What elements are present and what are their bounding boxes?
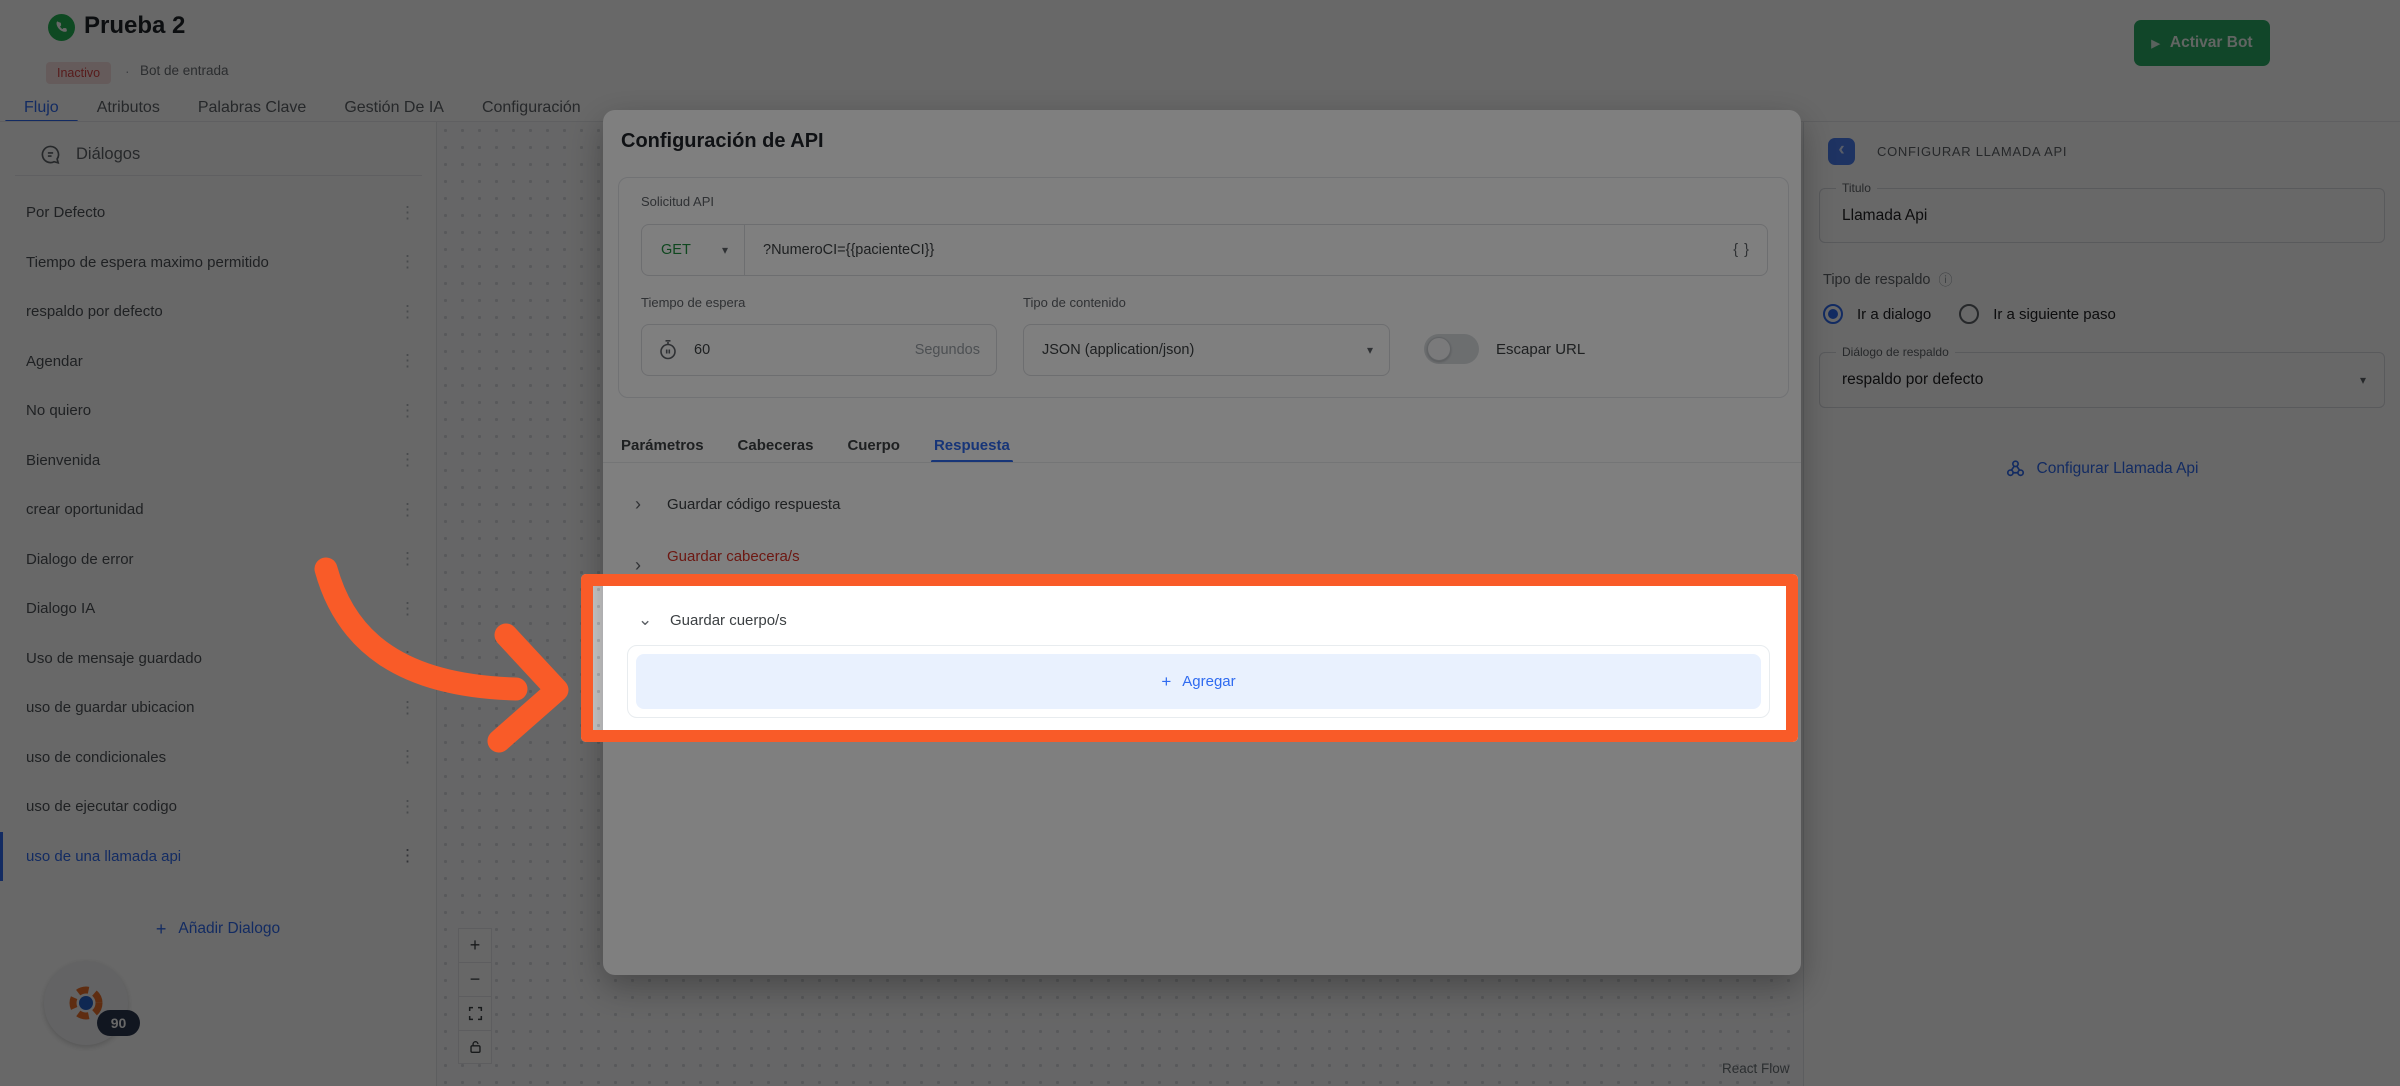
escape-url-label: Escapar URL	[1496, 341, 1585, 358]
add-body-label: Agregar	[1182, 673, 1235, 690]
timeout-label: Tiempo de espera	[641, 295, 745, 310]
escape-url-toggle[interactable]	[1424, 334, 1479, 364]
timeout-unit: Segundos	[915, 342, 980, 358]
add-body-button[interactable]: + Agregar	[636, 654, 1761, 709]
content-type-value: JSON (application/json)	[1042, 342, 1194, 358]
tab-parametros[interactable]: Parámetros	[604, 428, 721, 463]
url-input[interactable]	[745, 242, 1733, 258]
chevron-down-icon: ▾	[722, 243, 728, 257]
modal-tabs: Parámetros Cabeceras Cuerpo Respuesta	[603, 428, 1027, 463]
request-url-group: GET ▾ { }	[641, 224, 1768, 276]
plus-icon: +	[1161, 672, 1171, 692]
save-body-container: + Agregar	[627, 645, 1770, 718]
timeout-input[interactable]	[694, 342, 899, 358]
tab-cuerpo[interactable]: Cuerpo	[830, 428, 917, 463]
accordion-save-body[interactable]: Guardar cuerpo/s	[670, 612, 787, 629]
method-value: GET	[661, 242, 691, 258]
accordion-save-response-code[interactable]: › Guardar código respuesta	[603, 493, 1801, 533]
content-type-label: Tipo de contenido	[1023, 295, 1126, 310]
api-config-modal: Configuración de API Solicitud API GET ▾…	[603, 110, 1801, 975]
method-select[interactable]: GET ▾	[642, 242, 744, 258]
chevron-expanded-icon: ⌄	[638, 610, 652, 630]
request-card: Solicitud API GET ▾ { } Tiempo de espera…	[618, 177, 1789, 398]
modal-title: Configuración de API	[621, 130, 824, 153]
modal-tabs-divider	[603, 462, 1801, 463]
chevron-right-icon: ›	[635, 494, 641, 515]
timeout-field[interactable]: Segundos	[641, 324, 997, 376]
tab-respuesta[interactable]: Respuesta	[917, 428, 1027, 463]
variables-button[interactable]: { }	[1733, 242, 1767, 258]
chevron-right-icon: ›	[635, 555, 641, 576]
stopwatch-icon	[658, 339, 678, 361]
app-root: Prueba 2 Inactivo · Bot de entrada ▶ Act…	[0, 0, 2400, 1086]
request-label: Solicitud API	[641, 194, 714, 209]
accordion-save-headers[interactable]: › Guardar cabecera/s 1 cabecera/s a guar…	[603, 547, 1801, 597]
toggle-knob	[1427, 337, 1451, 361]
chevron-down-icon: ▾	[1367, 343, 1373, 357]
content-type-select[interactable]: JSON (application/json) ▾	[1023, 324, 1390, 376]
tab-cabeceras[interactable]: Cabeceras	[721, 428, 831, 463]
escape-url-row: Escapar URL	[1424, 334, 1585, 364]
